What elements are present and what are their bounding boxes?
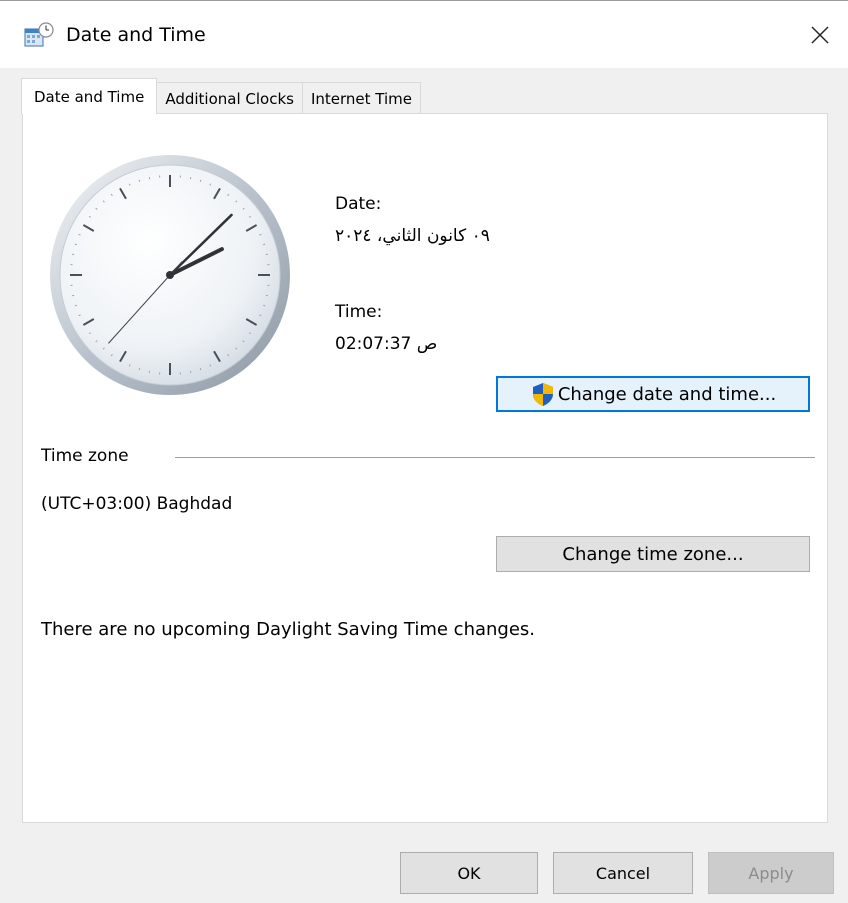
date-time-control-panel-icon: [22, 21, 56, 49]
tab-strip: Date and Time Additional Clocks Internet…: [21, 78, 422, 114]
close-icon: [811, 26, 829, 44]
apply-button[interactable]: Apply: [708, 852, 834, 894]
clock-center: [166, 271, 174, 279]
change-time-zone-label: Change time zone...: [562, 543, 744, 565]
change-date-and-time-label: Change date and time...: [557, 383, 777, 405]
date-value: ٠٩ كانون الثاني، ٢٠٢٤: [335, 226, 490, 246]
tab-internet-time[interactable]: Internet Time: [301, 82, 422, 114]
ok-button[interactable]: OK: [400, 852, 538, 894]
time-value: 02:07:37 ص: [335, 334, 438, 354]
clock-minute-tick: [74, 304, 77, 307]
tab-date-and-time[interactable]: Date and Time: [21, 78, 158, 114]
date-label: Date:: [335, 194, 382, 214]
clock-minute-tick: [74, 243, 77, 246]
change-time-zone-button[interactable]: Change time zone...: [496, 536, 810, 572]
change-date-and-time-button[interactable]: Change date and time...: [496, 376, 810, 412]
dst-message: There are no upcoming Daylight Saving Ti…: [41, 619, 536, 640]
title-bar: Date and Time: [0, 0, 848, 68]
clock-minute-tick: [199, 179, 202, 182]
uac-shield-icon: [532, 383, 553, 406]
clock-minute-tick: [263, 304, 266, 307]
window-title: Date and Time: [66, 24, 206, 46]
clock-minute-tick: [199, 368, 202, 371]
analog-clock: [50, 155, 290, 395]
time-zone-header: Time zone: [41, 446, 135, 466]
close-button[interactable]: [792, 13, 848, 57]
clock-minute-tick: [138, 179, 141, 182]
time-zone-divider: [175, 457, 815, 458]
clock-minute-tick: [138, 368, 141, 371]
tab-additional-clocks[interactable]: Additional Clocks: [156, 82, 303, 114]
time-label: Time:: [335, 302, 383, 322]
clock-minute-tick: [263, 243, 266, 246]
time-zone-value: (UTC+03:00) Baghdad: [41, 494, 233, 514]
tab-panel: Date: ٠٩ كانون الثاني، ٢٠٢٤ Time: 02:07:…: [22, 113, 828, 823]
cancel-button[interactable]: Cancel: [553, 852, 693, 894]
